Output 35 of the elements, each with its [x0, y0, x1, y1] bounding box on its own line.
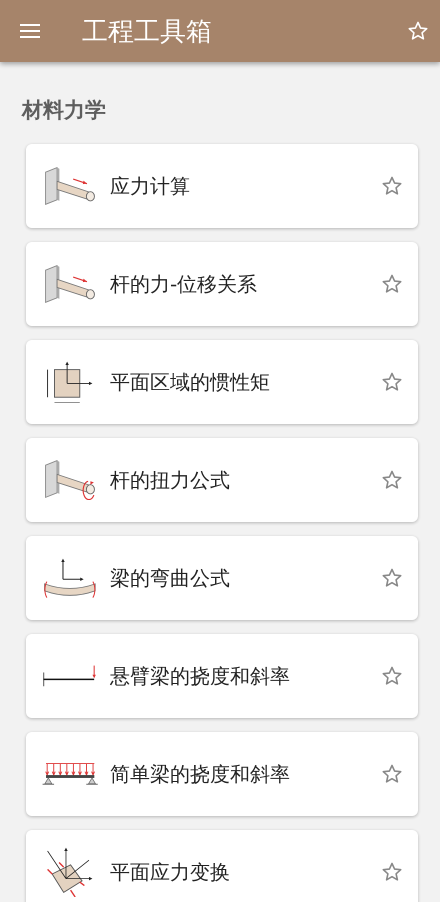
rectangle-section-drawing: [47, 360, 93, 404]
beam-bending-drawing: [44, 558, 96, 598]
tool-label: 应力计算: [110, 172, 191, 200]
star-icon[interactable]: [382, 274, 402, 294]
star-icon[interactable]: [382, 568, 402, 588]
star-icon[interactable]: [382, 470, 402, 490]
star-icon[interactable]: [382, 764, 402, 784]
tool-label: 简单梁的挠度和斜率: [110, 760, 291, 788]
rod-axial-drawing: [44, 167, 95, 205]
tool-label: 梁的弯曲公式: [110, 564, 231, 592]
stress-element-drawing: [47, 846, 93, 898]
section-title: 材料力学: [22, 97, 107, 124]
star-icon[interactable]: [382, 666, 402, 686]
tool-label: 杆的力-位移关系: [110, 270, 258, 298]
tool-card[interactable]: 杆的力-位移关系: [26, 242, 418, 326]
rod-torsion-drawing: [44, 460, 95, 500]
tool-card[interactable]: 悬臂梁的挠度和斜率: [26, 634, 418, 718]
rod-axial-drawing: [44, 265, 95, 303]
tool-card[interactable]: 应力计算: [26, 144, 418, 228]
tool-label: 平面区域的惯性矩: [110, 368, 271, 396]
tool-label: 杆的扭力公式: [110, 466, 231, 494]
cantilever-drawing: [43, 665, 97, 687]
tool-card[interactable]: 简单梁的挠度和斜率: [26, 732, 418, 816]
app-title: 工程工具箱: [82, 16, 213, 48]
star-icon[interactable]: [382, 372, 402, 392]
tool-label: 悬臂梁的挠度和斜率: [110, 662, 291, 690]
tool-card[interactable]: 平面区域的惯性矩: [26, 340, 418, 424]
simple-beam-drawing: [42, 763, 98, 785]
tool-card[interactable]: 杆的扭力公式: [26, 438, 418, 522]
tool-card[interactable]: 平面应力变换: [26, 830, 418, 902]
star-icon[interactable]: [382, 176, 402, 196]
tool-card[interactable]: 梁的弯曲公式: [26, 536, 418, 620]
star-icon[interactable]: [382, 862, 402, 882]
menu-icon[interactable]: [20, 24, 40, 38]
tool-label: 平面应力变换: [110, 858, 231, 886]
